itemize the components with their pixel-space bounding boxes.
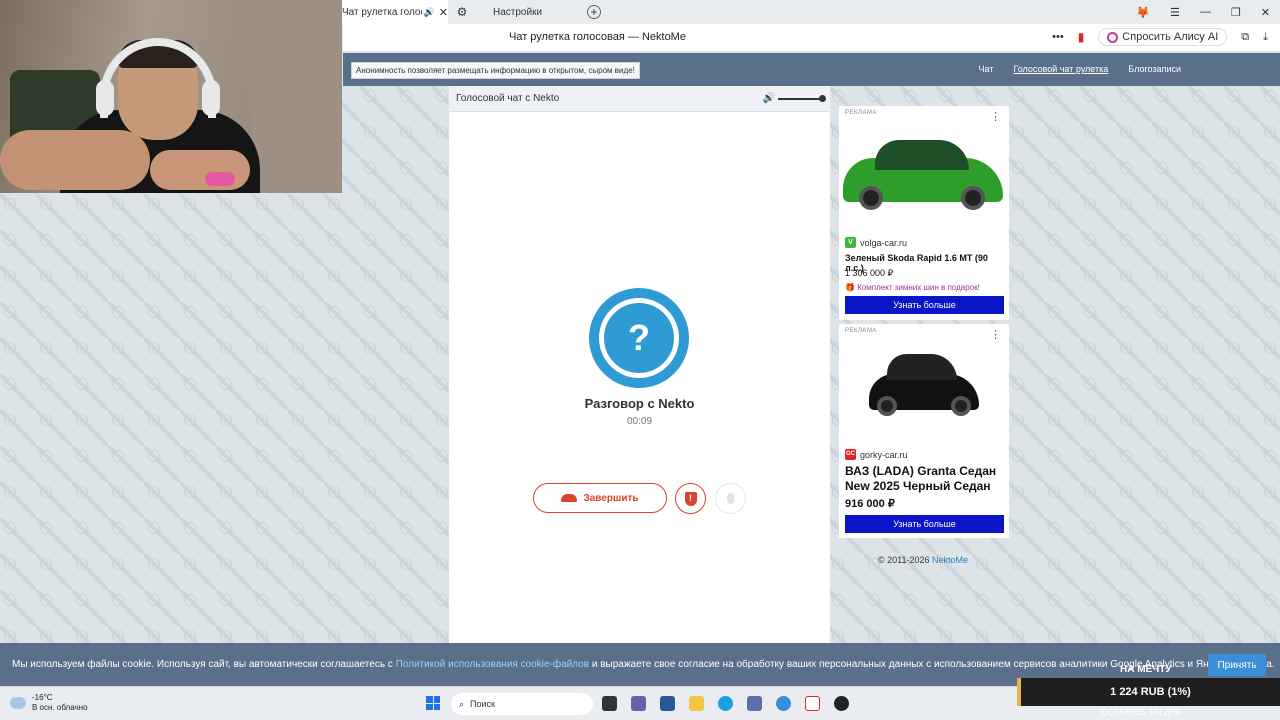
end-call-label: Завершить	[583, 492, 639, 504]
ad-promo-text: Комплект зимних шин в подарок!	[857, 283, 980, 292]
learn-more-button[interactable]: Узнать больше	[845, 515, 1004, 533]
nav-blog[interactable]: Блогозаписи	[1128, 64, 1181, 74]
end-call-button[interactable]: Завершить	[533, 483, 667, 513]
nav-chat[interactable]: Чат	[979, 64, 994, 74]
bookmark-icon[interactable]: ▮	[1078, 30, 1085, 44]
yandex-browser-icon[interactable]	[805, 696, 820, 711]
ad-domain[interactable]: V volga-car.ru	[845, 237, 907, 248]
address-bar: Чат рулетка голосовая — NektoMe ••• ▮ Сп…	[343, 24, 1280, 52]
nav-voice-roulette[interactable]: Голосовой чат рулетка	[1013, 64, 1108, 74]
ad-domain-text: gorky-car.ru	[860, 449, 908, 460]
search-placeholder: Поиск	[470, 699, 495, 709]
teams-icon[interactable]	[631, 696, 646, 711]
donation-amount: 1 224 RUB (1%)	[1017, 678, 1280, 706]
ad-menu-icon[interactable]: ⋮	[990, 110, 1001, 123]
menu-icon[interactable]: ☰	[1170, 6, 1180, 19]
copyright: © 2011-2026 NektoMe	[878, 555, 968, 565]
tab-active[interactable]: Чат рулетка голосо 🔊 ✕	[340, 0, 448, 24]
microphone-icon	[727, 493, 734, 504]
tab-title: Чат рулетка голосо	[342, 6, 422, 18]
shield-icon: !	[684, 491, 697, 506]
donation-remaining: ОСТАЛОСЬ 144 ДНЯ	[1102, 708, 1182, 717]
speaker-icon[interactable]: 🔊	[424, 7, 435, 18]
volume-control[interactable]: 🔊	[763, 93, 826, 104]
volume-knob[interactable]	[819, 94, 826, 102]
gear-icon[interactable]: ⚙	[455, 0, 469, 24]
webcam-overlay	[0, 0, 342, 193]
close-tab-icon[interactable]: ✕	[439, 6, 448, 19]
ad-price: 916 000 ₽	[845, 498, 895, 510]
temperature: -16°C	[32, 693, 53, 702]
cookie-text-before: Мы используем файлы cookie. Используя са…	[12, 659, 396, 670]
ad-label: РЕКЛАМА	[845, 328, 877, 334]
windows-start-icon[interactable]	[426, 696, 440, 710]
ad-card[interactable]: РЕКЛАМА ⋮ V volga-car.ru Зеленый Skoda R…	[839, 106, 1009, 320]
voice-chat-panel: Голосовой чат с Nekto 🔊 ? Разговор с Nek…	[449, 86, 830, 643]
question-mark-icon: ?	[608, 307, 670, 369]
weather-desc: В осн. облачно	[32, 703, 88, 712]
accept-cookies-button[interactable]: Принять	[1208, 654, 1266, 676]
minimize-icon[interactable]: —	[1200, 6, 1211, 18]
app-icon[interactable]	[747, 696, 762, 711]
report-button[interactable]: !	[675, 483, 706, 514]
cookie-text: Мы используем файлы cookie. Используя са…	[12, 659, 1275, 670]
chat-app-icon[interactable]	[776, 696, 791, 711]
maximize-icon[interactable]: ❐	[1231, 6, 1241, 19]
car-image	[839, 338, 1009, 438]
nav-links: Чат Голосовой чат рулетка Блогозаписи	[979, 64, 1181, 74]
chat-title: Голосовой чат с Nekto	[456, 93, 560, 104]
tab-settings[interactable]: Настройки	[493, 0, 542, 24]
share-icon[interactable]: ⧉	[1241, 31, 1249, 44]
download-icon[interactable]: ⤓	[1263, 31, 1268, 44]
ad-card[interactable]: РЕКЛАМА ⋮ GC gorky-car.ru ВАЗ (LADA) Gra…	[839, 324, 1009, 538]
ad-price: 1 306 000 ₽	[845, 268, 894, 278]
obs-icon[interactable]	[834, 696, 849, 711]
favicon-icon: V	[845, 237, 856, 248]
hangup-icon	[561, 494, 578, 502]
volume-slider[interactable]	[778, 94, 826, 102]
explorer-icon[interactable]	[689, 696, 704, 711]
cookie-policy-link[interactable]: Политикой использования cookie-файлов	[396, 659, 589, 670]
conversation-title: Разговор с Nekto	[584, 396, 695, 411]
address-tools: ••• ▮ Спросить Алису AI ⧉ ⤓	[1052, 28, 1268, 46]
ask-alice-button[interactable]: Спросить Алису AI	[1098, 28, 1228, 46]
copyright-text: © 2011-2026	[878, 555, 933, 565]
brand-link[interactable]: NektoMe	[932, 555, 968, 565]
edge-icon[interactable]	[718, 696, 733, 711]
cloud-icon	[10, 697, 26, 709]
extension-icon[interactable]: 🦊	[1136, 6, 1150, 19]
alice-label: Спросить Алису AI	[1122, 31, 1219, 43]
gift-icon: 🎁	[845, 283, 858, 292]
favicon-icon: GC	[845, 449, 856, 460]
ad-title[interactable]: ВАЗ (LADA) Granta Седан New 2025 Черный …	[845, 464, 1005, 494]
learn-more-button[interactable]: Узнать больше	[845, 296, 1004, 314]
search-icon: ⌕	[459, 698, 465, 709]
taskbar-apps	[602, 696, 849, 711]
ad-promo: 🎁 Комплект зимних шин в подарок!	[845, 283, 980, 292]
mic-button[interactable]	[715, 483, 746, 514]
taskview-icon[interactable]	[602, 696, 617, 711]
ad-domain-text: volga-car.ru	[860, 237, 908, 248]
taskbar-search[interactable]: ⌕ Поиск	[451, 693, 593, 715]
new-tab-button[interactable]: +	[587, 5, 601, 19]
anonymity-note: Анонимность позволяет размещать информац…	[351, 62, 640, 79]
store-icon[interactable]	[660, 696, 675, 711]
site-navbar: Анонимность позволяет размещать информац…	[343, 53, 1280, 86]
alice-icon	[1107, 31, 1119, 43]
ad-label: РЕКЛАМА	[845, 110, 877, 116]
window-controls: 🦊 ☰ — ❐ ✕	[1136, 0, 1270, 24]
partner-avatar: ?	[589, 288, 689, 388]
chat-header: Голосовой чат с Nekto 🔊	[449, 86, 830, 112]
ad-domain[interactable]: GC gorky-car.ru	[845, 449, 908, 460]
volume-icon[interactable]: 🔊	[763, 93, 775, 104]
car-image	[839, 124, 1009, 234]
call-timer: 00:09	[626, 416, 653, 427]
weather-widget[interactable]: -16°C В осн. облачно	[10, 693, 88, 713]
close-window-icon[interactable]: ✕	[1261, 6, 1270, 19]
page-title: Чат рулетка голосовая — NektoMe	[509, 31, 686, 43]
more-icon[interactable]: •••	[1052, 31, 1064, 43]
donation-goal-title: НА МЕЧТУ	[1120, 664, 1172, 675]
